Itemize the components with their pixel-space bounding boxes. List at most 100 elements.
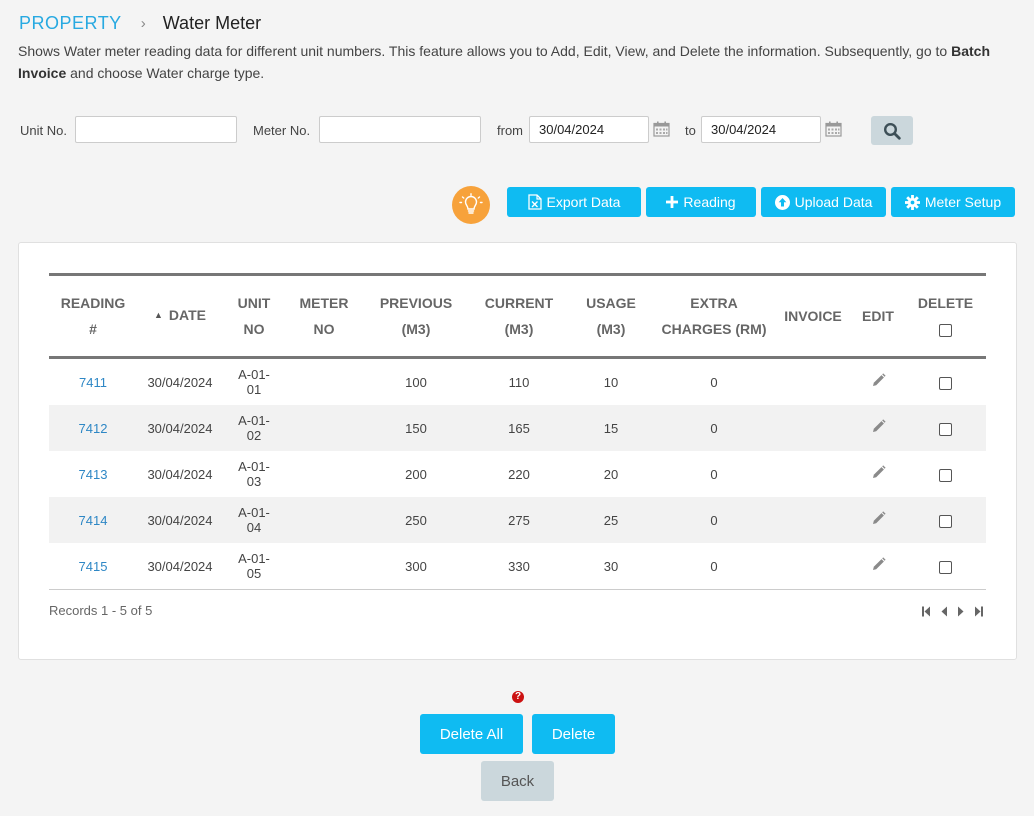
row-delete-checkbox[interactable] bbox=[939, 514, 952, 528]
search-button[interactable] bbox=[871, 116, 913, 145]
meter-no-cell bbox=[285, 358, 363, 406]
description-text: Shows Water meter reading data for diffe… bbox=[18, 43, 952, 59]
header-date[interactable]: ▲ DATE bbox=[137, 275, 223, 358]
prev-page-icon[interactable] bbox=[940, 604, 948, 622]
meter-no-cell bbox=[285, 543, 363, 590]
delete-cell bbox=[905, 358, 986, 406]
page-description: Shows Water meter reading data for diffe… bbox=[18, 40, 1018, 84]
gear-icon bbox=[904, 194, 920, 210]
table-row: 7411 30/04/2024 A-01- 01 100 110 10 0 bbox=[49, 358, 986, 406]
records-count: Records 1 - 5 of 5 bbox=[49, 603, 153, 618]
first-page-icon[interactable] bbox=[921, 604, 931, 622]
unit-no-label: Unit No. bbox=[20, 123, 67, 138]
header-extra-charges[interactable]: EXTRA CHARGES (RM) bbox=[653, 275, 775, 358]
upload-data-button[interactable]: Upload Data bbox=[761, 187, 886, 217]
edit-button[interactable] bbox=[851, 405, 905, 451]
select-all-checkbox[interactable] bbox=[939, 323, 952, 337]
pencil-icon bbox=[872, 419, 886, 432]
pencil-icon bbox=[872, 511, 886, 524]
meter-no-label: Meter No. bbox=[253, 123, 311, 138]
invoice-cell bbox=[775, 497, 851, 543]
date-cell: 30/04/2024 bbox=[147, 558, 213, 574]
invoice-cell bbox=[775, 405, 851, 451]
export-data-button[interactable]: Export Data bbox=[507, 187, 641, 217]
usage-cell: 10 bbox=[603, 374, 619, 390]
usage-cell: 15 bbox=[569, 405, 653, 451]
upload-icon bbox=[774, 194, 790, 210]
row-delete-checkbox[interactable] bbox=[939, 560, 952, 574]
delete-cell bbox=[905, 497, 986, 543]
extra-charges-cell: 0 bbox=[653, 497, 775, 543]
table-row: 7414 30/04/2024 A-01- 04 250 275 25 0 bbox=[49, 497, 986, 543]
header-meter-no[interactable]: METER NO bbox=[285, 275, 363, 358]
lightbulb-icon bbox=[459, 193, 483, 214]
reading-number-link[interactable]: 7415 bbox=[49, 543, 137, 590]
export-data-label: Export Data bbox=[546, 194, 621, 210]
meter-no-input[interactable] bbox=[319, 116, 481, 143]
reading-label: Reading bbox=[683, 194, 736, 210]
edit-button[interactable] bbox=[851, 543, 905, 590]
breadcrumb-property-link[interactable]: PROPERTY bbox=[19, 13, 122, 33]
row-delete-checkbox[interactable] bbox=[939, 422, 952, 436]
reading-number-link[interactable]: 7414 bbox=[49, 497, 137, 543]
table-row: 7415 30/04/2024 A-01- 05 300 330 30 0 bbox=[49, 543, 986, 590]
delete-all-button[interactable]: Delete All bbox=[420, 714, 523, 754]
sort-ascending-icon: ▲ bbox=[154, 310, 163, 320]
date-cell: 30/04/2024 bbox=[147, 466, 213, 482]
lightbulb-hint-button[interactable] bbox=[452, 186, 490, 224]
edit-button[interactable] bbox=[851, 358, 905, 406]
reading-number-link[interactable]: 7411 bbox=[49, 358, 137, 406]
meter-setup-button[interactable]: Meter Setup bbox=[891, 187, 1015, 217]
excel-file-icon bbox=[527, 194, 542, 210]
current-cell: 330 bbox=[508, 558, 530, 574]
row-delete-checkbox[interactable] bbox=[939, 376, 952, 390]
to-date-input[interactable] bbox=[701, 116, 821, 143]
header-reading[interactable]: READING # bbox=[49, 275, 137, 358]
delete-cell bbox=[905, 451, 986, 497]
last-page-icon[interactable] bbox=[974, 604, 984, 622]
delete-cell bbox=[905, 405, 986, 451]
pencil-icon bbox=[872, 557, 886, 570]
to-calendar-icon[interactable] bbox=[825, 121, 842, 137]
from-date-input[interactable] bbox=[529, 116, 649, 143]
header-current[interactable]: CURRENT (M3) bbox=[469, 275, 569, 358]
extra-charges-cell: 0 bbox=[710, 466, 718, 482]
usage-cell: 25 bbox=[569, 497, 653, 543]
previous-cell: 250 bbox=[363, 497, 469, 543]
date-cell: 30/04/2024 bbox=[137, 497, 223, 543]
upload-data-label: Upload Data bbox=[794, 194, 873, 210]
pencil-icon bbox=[872, 465, 886, 478]
table-row: 7413 30/04/2024 A-01- 03 200 220 20 0 bbox=[49, 451, 986, 497]
delete-button[interactable]: Delete bbox=[532, 714, 615, 754]
current-cell: 165 bbox=[469, 405, 569, 451]
water-meter-table: READING # ▲ DATE UNIT NO METER NO PREVIOUS (M… bbox=[49, 273, 986, 590]
invoice-cell bbox=[775, 451, 851, 497]
header-previous[interactable]: PREVIOUS (M3) bbox=[363, 275, 469, 358]
header-unit-no[interactable]: UNIT NO bbox=[223, 275, 285, 358]
extra-charges-cell: 0 bbox=[653, 405, 775, 451]
edit-button[interactable] bbox=[851, 451, 905, 497]
back-button[interactable]: Back bbox=[481, 761, 554, 801]
header-invoice[interactable]: INVOICE bbox=[775, 275, 851, 358]
previous-cell: 200 bbox=[405, 466, 427, 482]
usage-cell: 20 bbox=[603, 466, 619, 482]
row-delete-checkbox[interactable] bbox=[939, 468, 952, 482]
meter-no-cell bbox=[285, 405, 363, 451]
edit-button[interactable] bbox=[851, 497, 905, 543]
from-calendar-icon[interactable] bbox=[653, 121, 670, 137]
date-cell: 30/04/2024 bbox=[137, 405, 223, 451]
help-icon[interactable]: ? bbox=[512, 691, 524, 703]
meter-no-cell bbox=[285, 497, 363, 543]
reading-number-link[interactable]: 7413 bbox=[49, 451, 137, 497]
from-label: from bbox=[497, 123, 523, 138]
header-usage[interactable]: USAGE (M3) bbox=[569, 275, 653, 358]
add-reading-button[interactable]: Reading bbox=[646, 187, 756, 217]
next-page-icon[interactable] bbox=[957, 604, 965, 622]
current-cell: 110 bbox=[508, 374, 530, 390]
reading-number-link[interactable]: 7412 bbox=[49, 405, 137, 451]
unit-no-input[interactable] bbox=[75, 116, 237, 143]
unit-no-cell: A-01- 05 bbox=[238, 551, 270, 581]
delete-cell bbox=[905, 543, 986, 590]
previous-cell: 100 bbox=[405, 374, 427, 390]
invoice-cell bbox=[775, 543, 851, 590]
